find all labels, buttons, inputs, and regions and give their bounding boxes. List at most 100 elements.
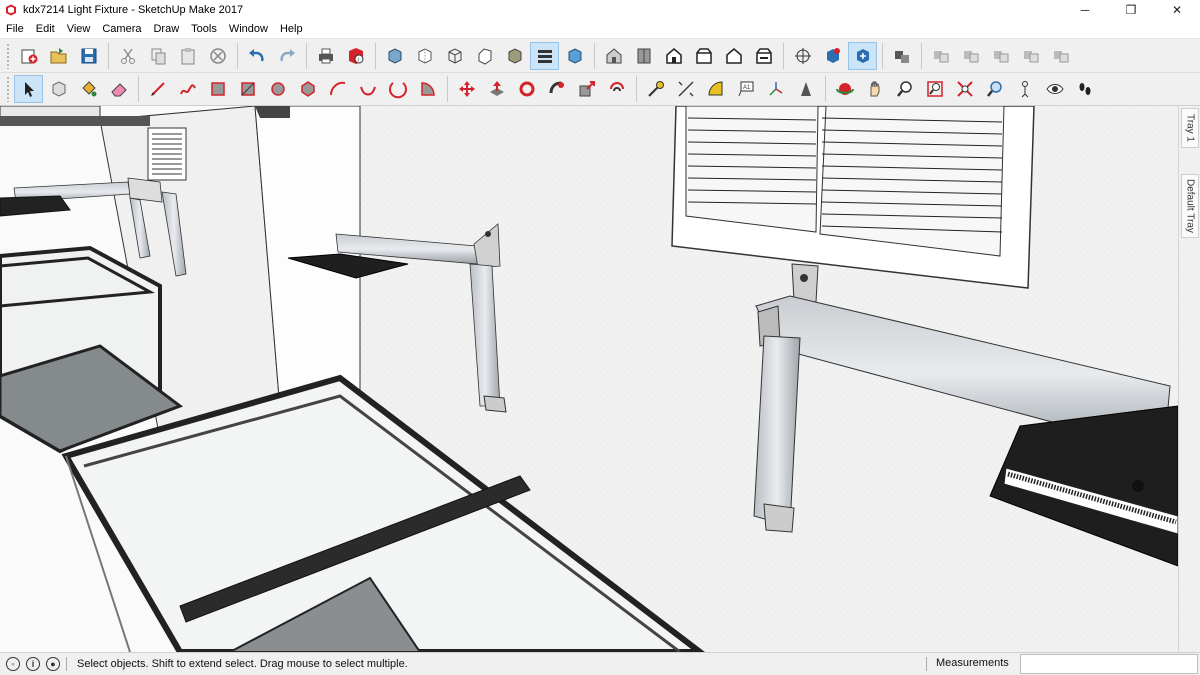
eraser-icon[interactable] bbox=[104, 75, 133, 103]
tray-tab-default[interactable]: Default Tray bbox=[1181, 174, 1199, 238]
menu-view[interactable]: View bbox=[61, 20, 97, 38]
title-bar: kdx7214 Light Fixture - SketchUp Make 20… bbox=[0, 0, 1200, 20]
zoom-window-icon[interactable] bbox=[920, 75, 949, 103]
pie-icon[interactable] bbox=[413, 75, 442, 103]
3d-warehouse-icon[interactable] bbox=[887, 42, 916, 70]
shaded-textures-icon[interactable] bbox=[530, 41, 559, 70]
push-pull-icon[interactable] bbox=[482, 75, 511, 103]
menu-edit[interactable]: Edit bbox=[30, 20, 61, 38]
previous-view-icon[interactable] bbox=[980, 75, 1009, 103]
toggle-terrain-icon[interactable] bbox=[986, 42, 1015, 70]
monochrome-icon[interactable] bbox=[560, 42, 589, 70]
menu-help[interactable]: Help bbox=[274, 20, 309, 38]
text-icon[interactable]: A1 bbox=[731, 75, 760, 103]
model-scene[interactable] bbox=[0, 106, 1178, 652]
axes-icon[interactable] bbox=[761, 75, 790, 103]
user-account-icon[interactable]: ● bbox=[46, 657, 60, 671]
orbit-icon[interactable] bbox=[830, 75, 859, 103]
copy-icon[interactable] bbox=[143, 42, 172, 70]
tray-panel: Tray 1 Default Tray bbox=[1178, 106, 1200, 652]
model-viewport[interactable] bbox=[0, 106, 1178, 652]
paint-bucket-icon[interactable] bbox=[74, 75, 103, 103]
minimize-button[interactable]: ─ bbox=[1062, 0, 1108, 20]
share-model-icon[interactable] bbox=[848, 41, 877, 70]
follow-me-icon[interactable] bbox=[542, 75, 571, 103]
rectangle-icon[interactable] bbox=[203, 75, 232, 103]
hidden-line-icon[interactable] bbox=[470, 42, 499, 70]
measurements-label: Measurements bbox=[936, 657, 1009, 669]
toolbar-grip[interactable] bbox=[6, 42, 10, 69]
select-icon[interactable] bbox=[14, 75, 43, 103]
line-icon[interactable] bbox=[143, 75, 172, 103]
right-view-icon[interactable] bbox=[689, 42, 718, 70]
maximize-button[interactable]: ❐ bbox=[1108, 0, 1154, 20]
tray-tab-1[interactable]: Tray 1 bbox=[1181, 108, 1199, 148]
geolocation-icon[interactable]: ◦ bbox=[6, 657, 20, 671]
zoom-icon[interactable] bbox=[890, 75, 919, 103]
rotate-icon[interactable] bbox=[512, 75, 541, 103]
freehand-icon[interactable] bbox=[173, 75, 202, 103]
measurements-input[interactable] bbox=[1020, 654, 1198, 674]
print-icon[interactable] bbox=[311, 42, 340, 70]
polygon-icon[interactable] bbox=[293, 75, 322, 103]
menu-draw[interactable]: Draw bbox=[147, 20, 185, 38]
dimension-icon[interactable] bbox=[671, 75, 700, 103]
position-camera-2-icon[interactable] bbox=[1010, 75, 1039, 103]
undo-icon[interactable] bbox=[242, 42, 271, 70]
back-view-icon[interactable] bbox=[719, 42, 748, 70]
shaded-icon[interactable] bbox=[500, 42, 529, 70]
svg-text:A1: A1 bbox=[743, 85, 751, 91]
menu-tools[interactable]: Tools bbox=[185, 20, 223, 38]
walk-icon[interactable] bbox=[1070, 75, 1099, 103]
toolbar-grip[interactable] bbox=[6, 76, 10, 102]
new-model-icon[interactable] bbox=[14, 42, 43, 70]
pan-icon[interactable] bbox=[860, 75, 889, 103]
back-edges-icon[interactable] bbox=[410, 42, 439, 70]
window-title: kdx7214 Light Fixture - SketchUp Make 20… bbox=[23, 4, 244, 16]
3d-text-icon[interactable] bbox=[791, 75, 820, 103]
zoom-extents-icon[interactable] bbox=[950, 75, 979, 103]
arc-icon[interactable] bbox=[323, 75, 352, 103]
3pt-arc-icon[interactable] bbox=[383, 75, 412, 103]
components-icon[interactable] bbox=[926, 42, 955, 70]
preview-icon[interactable] bbox=[1046, 42, 1075, 70]
cut-icon[interactable] bbox=[113, 42, 142, 70]
move-icon[interactable] bbox=[452, 75, 481, 103]
add-location-icon[interactable] bbox=[956, 42, 985, 70]
tape-measure-icon[interactable] bbox=[641, 75, 670, 103]
credits-icon[interactable]: i bbox=[26, 657, 40, 671]
open-icon[interactable] bbox=[44, 42, 73, 70]
rotated-rectangle-icon[interactable] bbox=[233, 75, 262, 103]
wireframe-icon[interactable] bbox=[440, 42, 469, 70]
menu-bar: File Edit View Camera Draw Tools Window … bbox=[0, 20, 1200, 38]
paste-icon[interactable] bbox=[173, 42, 202, 70]
left-view-icon[interactable] bbox=[749, 42, 778, 70]
close-button[interactable]: ✕ bbox=[1154, 0, 1200, 20]
menu-camera[interactable]: Camera bbox=[96, 20, 147, 38]
tools-toolbar: A1 bbox=[0, 72, 1200, 106]
redo-icon[interactable] bbox=[272, 42, 301, 70]
model-info-icon[interactable]: i bbox=[341, 42, 370, 70]
xray-icon[interactable] bbox=[380, 42, 409, 70]
top-view-icon[interactable] bbox=[629, 42, 658, 70]
save-icon[interactable] bbox=[74, 42, 103, 70]
component-icon[interactable] bbox=[44, 75, 73, 103]
menu-file[interactable]: File bbox=[0, 20, 30, 38]
vent-small bbox=[147, 127, 187, 181]
top-ledge-2 bbox=[255, 106, 290, 118]
iso-view-icon[interactable] bbox=[599, 42, 628, 70]
front-view-icon[interactable] bbox=[659, 42, 688, 70]
erase-icon[interactable] bbox=[203, 42, 232, 70]
protractor-icon[interactable] bbox=[701, 75, 730, 103]
2pt-arc-icon[interactable] bbox=[353, 75, 382, 103]
offset-icon[interactable] bbox=[602, 75, 631, 103]
status-message: Select objects. Shift to extend select. … bbox=[77, 658, 408, 670]
scale-icon[interactable] bbox=[572, 75, 601, 103]
menu-window[interactable]: Window bbox=[223, 20, 274, 38]
position-camera-icon[interactable] bbox=[788, 42, 817, 70]
status-bar: ◦ i ● Select objects. Shift to extend se… bbox=[0, 652, 1200, 675]
look-around-icon[interactable] bbox=[1040, 75, 1069, 103]
get-models-icon[interactable] bbox=[818, 42, 847, 70]
photo-textures-icon[interactable] bbox=[1016, 42, 1045, 70]
circle-icon[interactable] bbox=[263, 75, 292, 103]
